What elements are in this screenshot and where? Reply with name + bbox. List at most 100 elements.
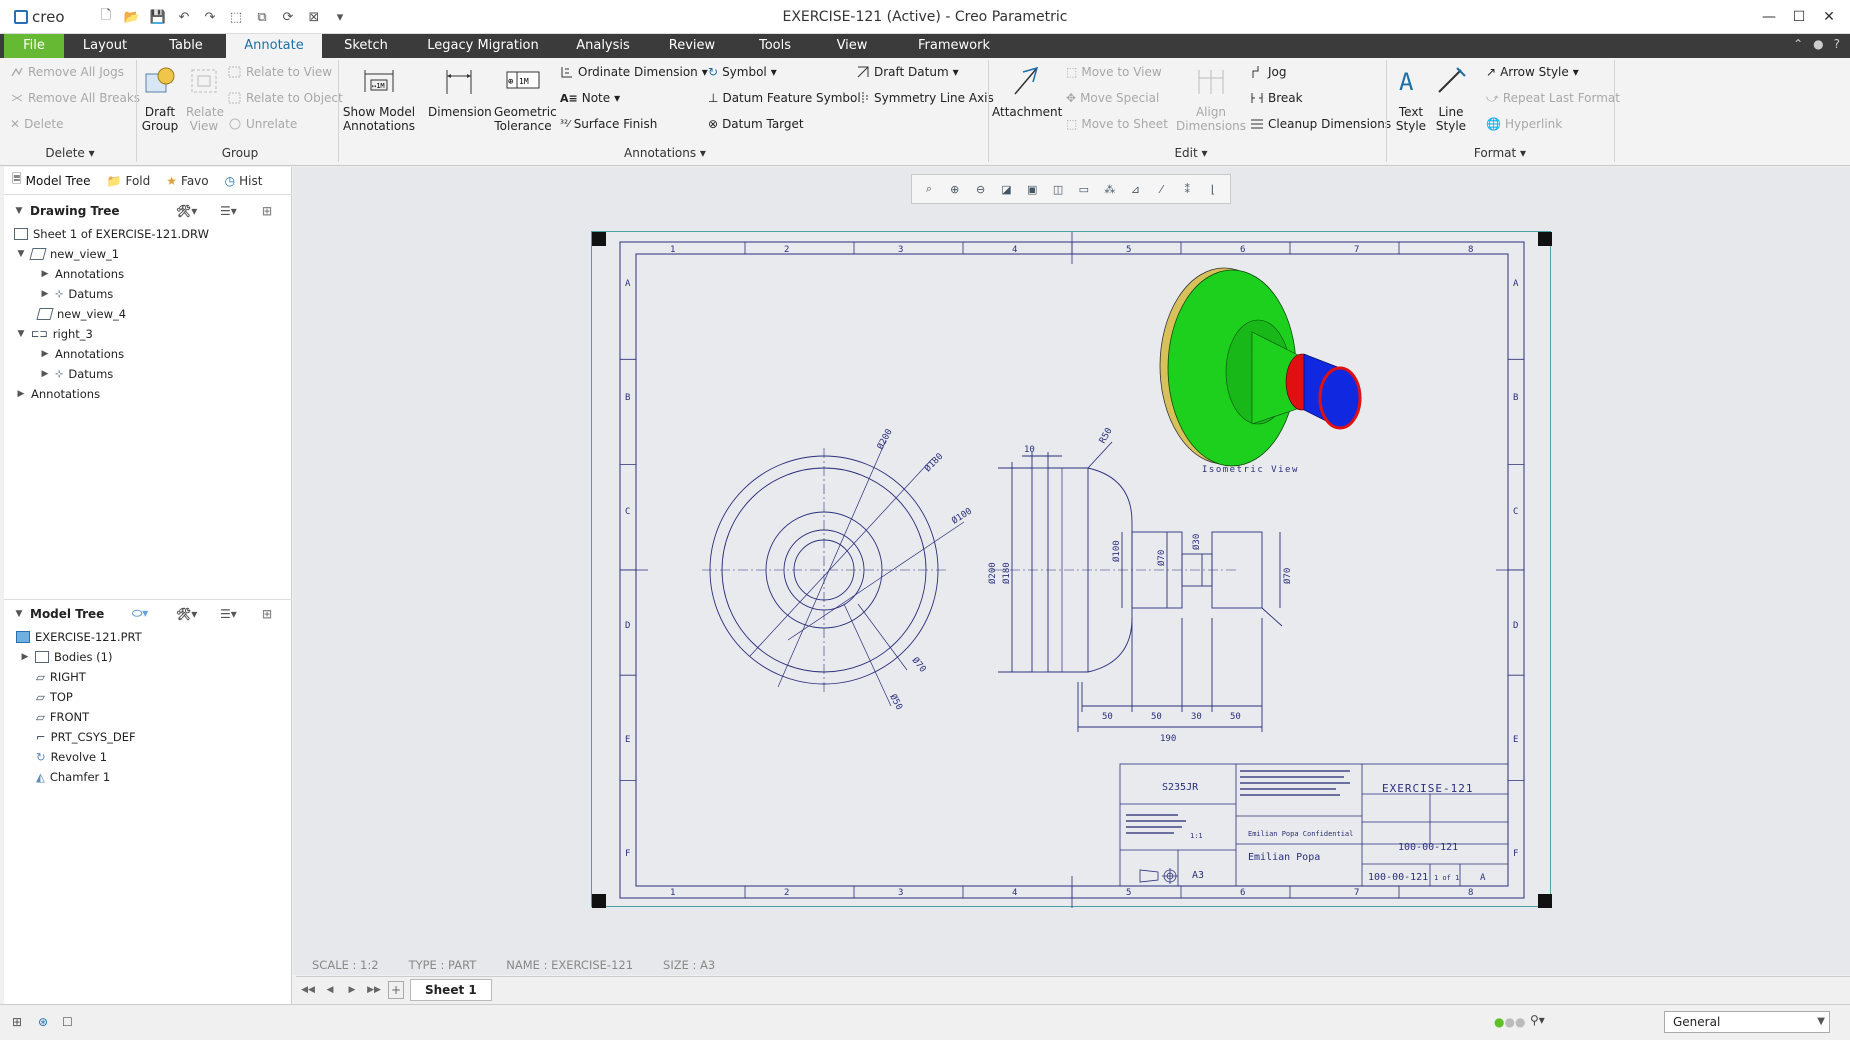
collapse-triangle-icon[interactable]: ▼ [16, 329, 26, 339]
model-tree-header[interactable]: ▼ Model Tree ⬭▾ 🛠▾ ☰▾ ⊞ [4, 599, 292, 627]
undo-icon[interactable]: ↶ [174, 7, 194, 27]
dimension-button[interactable]: Dimension [428, 64, 492, 119]
surface-finish-button[interactable]: ³²⁄ Surface Finish [560, 114, 657, 134]
graphics-area[interactable]: ⌕ ⊕ ⊖ ◪ ▣ ◫ ▭ ⁂ ⊿ ⁄ ⁑ ⌊ 1 2 3 4 5 6 7 8 … [293, 167, 1850, 975]
first-sheet-icon[interactable]: ◀◀ [300, 981, 316, 999]
datum-display-icon[interactable]: ⁂ [1100, 179, 1120, 199]
repaint-icon[interactable]: ◪ [996, 179, 1016, 199]
tree-node-part[interactable]: EXERCISE-121.PRT [16, 627, 142, 647]
geometric-tolerance-button[interactable]: ⊕ 1M Geometric Tolerance [494, 64, 557, 133]
tab-annotate[interactable]: Annotate [226, 34, 322, 58]
collapse-ribbon-icon[interactable]: ⌃ [1793, 37, 1803, 51]
arrow-style-button[interactable]: ↗ Arrow Style ▾ [1486, 62, 1579, 82]
draft-group-button[interactable]: Draft Group [138, 64, 182, 133]
line-style-button[interactable]: Line Style [1432, 64, 1470, 133]
close-window-icon[interactable]: ⊠ [304, 7, 324, 27]
relate-to-object-button[interactable]: Relate to Object [228, 88, 343, 108]
csys-display-icon[interactable]: ⌊ [1203, 179, 1223, 199]
break-button[interactable]: Break [1250, 88, 1303, 108]
prev-sheet-icon[interactable]: ◀ [322, 981, 338, 999]
remove-all-jogs-button[interactable]: Remove All Jogs [10, 62, 124, 82]
windows-icon[interactable]: ⧉ [252, 7, 272, 27]
tree-node-csys[interactable]: ⌐ PRT_CSYS_DEF [36, 727, 136, 747]
tab-favorites[interactable]: ★ Favo [158, 167, 216, 195]
tree-filter-icon[interactable]: ⊞ [262, 204, 272, 218]
tree-settings-icon[interactable]: 🛠▾ [176, 607, 197, 621]
tree-filter-icon[interactable]: ⊞ [262, 607, 272, 621]
show-navigator-icon[interactable]: ⊞ [12, 1015, 22, 1029]
show-model-annotations-button[interactable]: ↦1M Show Model Annotations [342, 64, 416, 133]
full-screen-icon[interactable]: ☐ [62, 1015, 73, 1029]
expand-triangle-icon[interactable]: ▶ [40, 269, 50, 279]
tab-legacy-migration[interactable]: Legacy Migration [422, 34, 544, 58]
regenerate-icon[interactable]: ⟳ [278, 7, 298, 27]
maximize-icon[interactable]: ☐ [1784, 4, 1814, 30]
annotations-group-label[interactable]: Annotations ▾ [620, 146, 710, 160]
tree-node-front-plane[interactable]: ▱ FRONT [36, 707, 89, 727]
zoom-in-icon[interactable]: ⊕ [945, 179, 965, 199]
expand-triangle-icon[interactable]: ▶ [40, 289, 50, 299]
text-style-button[interactable]: A Text Style [1390, 64, 1432, 133]
tree-node-annotations[interactable]: ▶ Annotations [40, 344, 125, 364]
selection-filter[interactable]: General ▼ [1664, 1011, 1830, 1033]
expand-triangle-icon[interactable]: ▶ [40, 369, 50, 379]
repeat-last-format-button[interactable]: ⤻ Repeat Last Format [1486, 88, 1620, 108]
tab-analysis[interactable]: Analysis [568, 34, 638, 58]
tab-folder-browser[interactable]: 📁 Fold [99, 167, 159, 195]
axis-display-icon[interactable]: ⁄ [1151, 179, 1171, 199]
tree-node-new-view-1[interactable]: ▼ new_view_1 [16, 244, 120, 264]
attachment-button[interactable]: Attachment [992, 64, 1062, 119]
tree-node-datums[interactable]: ▶ ⊹ Datums [40, 364, 114, 384]
tree-columns-icon[interactable]: ☰▾ [220, 607, 237, 621]
tab-model-tree[interactable]: 🗏 Model Tree [4, 167, 99, 195]
new-file-icon[interactable]: 🗋 [96, 7, 116, 27]
align-dimensions-button[interactable]: Align Dimensions [1176, 64, 1246, 133]
drawing-tree-header[interactable]: ▼ Drawing Tree 🛠▾ ☰▾ ⊞ [4, 197, 292, 225]
sheet-icon[interactable]: ▭ [1074, 179, 1094, 199]
ordinate-dimension-button[interactable]: Ordinate Dimension ▾ [560, 62, 708, 82]
expand-triangle-icon[interactable]: ▶ [16, 389, 26, 399]
edit-group-label[interactable]: Edit ▾ [1166, 146, 1216, 160]
customize-qat-icon[interactable]: ▾ [330, 7, 350, 27]
redo-icon[interactable]: ↷ [200, 7, 220, 27]
datum-feature-symbol-button[interactable]: ⊥ Datum Feature Symbol [708, 88, 861, 108]
symbol-button[interactable]: ↻ Symbol ▾ [708, 62, 777, 82]
move-special-button[interactable]: ✥ Move Special [1066, 88, 1159, 108]
tree-node-new-view-4[interactable]: new_view_4 [36, 304, 126, 324]
datum-target-button[interactable]: ⊗ Datum Target [708, 114, 804, 134]
user-icon[interactable]: ● [1813, 37, 1823, 51]
expand-triangle-icon[interactable]: ▶ [40, 349, 50, 359]
collapse-triangle-icon[interactable]: ▼ [14, 609, 24, 619]
drawing-sheet[interactable]: 1 2 3 4 5 6 7 8 1 2 3 4 5 6 7 8 A B C D [591, 231, 1552, 908]
open-folder-icon[interactable]: 📂 [122, 7, 142, 27]
tab-layout[interactable]: Layout [74, 34, 136, 58]
add-sheet-icon[interactable]: + [388, 980, 404, 999]
delete-button[interactable]: ✕ Delete [10, 114, 64, 134]
tab-file[interactable]: File [4, 34, 64, 58]
tree-node-top-plane[interactable]: ▱ TOP [36, 687, 73, 707]
tab-framework[interactable]: Framework [904, 34, 1004, 58]
tree-node-right-plane[interactable]: ▱ RIGHT [36, 667, 86, 687]
tree-node-right-3[interactable]: ▼ ⊏⊐ right_3 [16, 324, 93, 344]
tab-view[interactable]: View [824, 34, 880, 58]
remove-all-breaks-button[interactable]: Remove All Breaks [10, 88, 140, 108]
select-box-icon[interactable]: ⬚ [226, 7, 246, 27]
next-sheet-icon[interactable]: ▶ [344, 981, 360, 999]
collapse-triangle-icon[interactable]: ▼ [14, 206, 24, 216]
display-style-icon[interactable]: ▣ [1022, 179, 1042, 199]
relate-to-view-button[interactable]: Relate to View [228, 62, 332, 82]
annotation-display-icon[interactable]: ⊿ [1126, 179, 1146, 199]
note-button[interactable]: A≡ Note ▾ [560, 88, 620, 108]
hyperlink-button[interactable]: 🌐 Hyperlink [1486, 114, 1562, 134]
close-icon[interactable]: ✕ [1814, 4, 1844, 30]
point-display-icon[interactable]: ⁑ [1177, 179, 1197, 199]
tree-settings-icon[interactable]: 🛠▾ [176, 204, 197, 218]
format-group-label[interactable]: Format ▾ [1470, 146, 1530, 160]
zoom-out-icon[interactable]: ⊖ [971, 179, 991, 199]
tab-history[interactable]: ◷ Hist [217, 167, 271, 195]
saved-views-icon[interactable]: ◫ [1048, 179, 1068, 199]
tab-tools[interactable]: Tools [746, 34, 804, 58]
find-icon[interactable]: ⚲▾ [1530, 1013, 1545, 1027]
jog-button[interactable]: Jog [1250, 62, 1287, 82]
help-icon[interactable]: ? [1834, 37, 1840, 51]
